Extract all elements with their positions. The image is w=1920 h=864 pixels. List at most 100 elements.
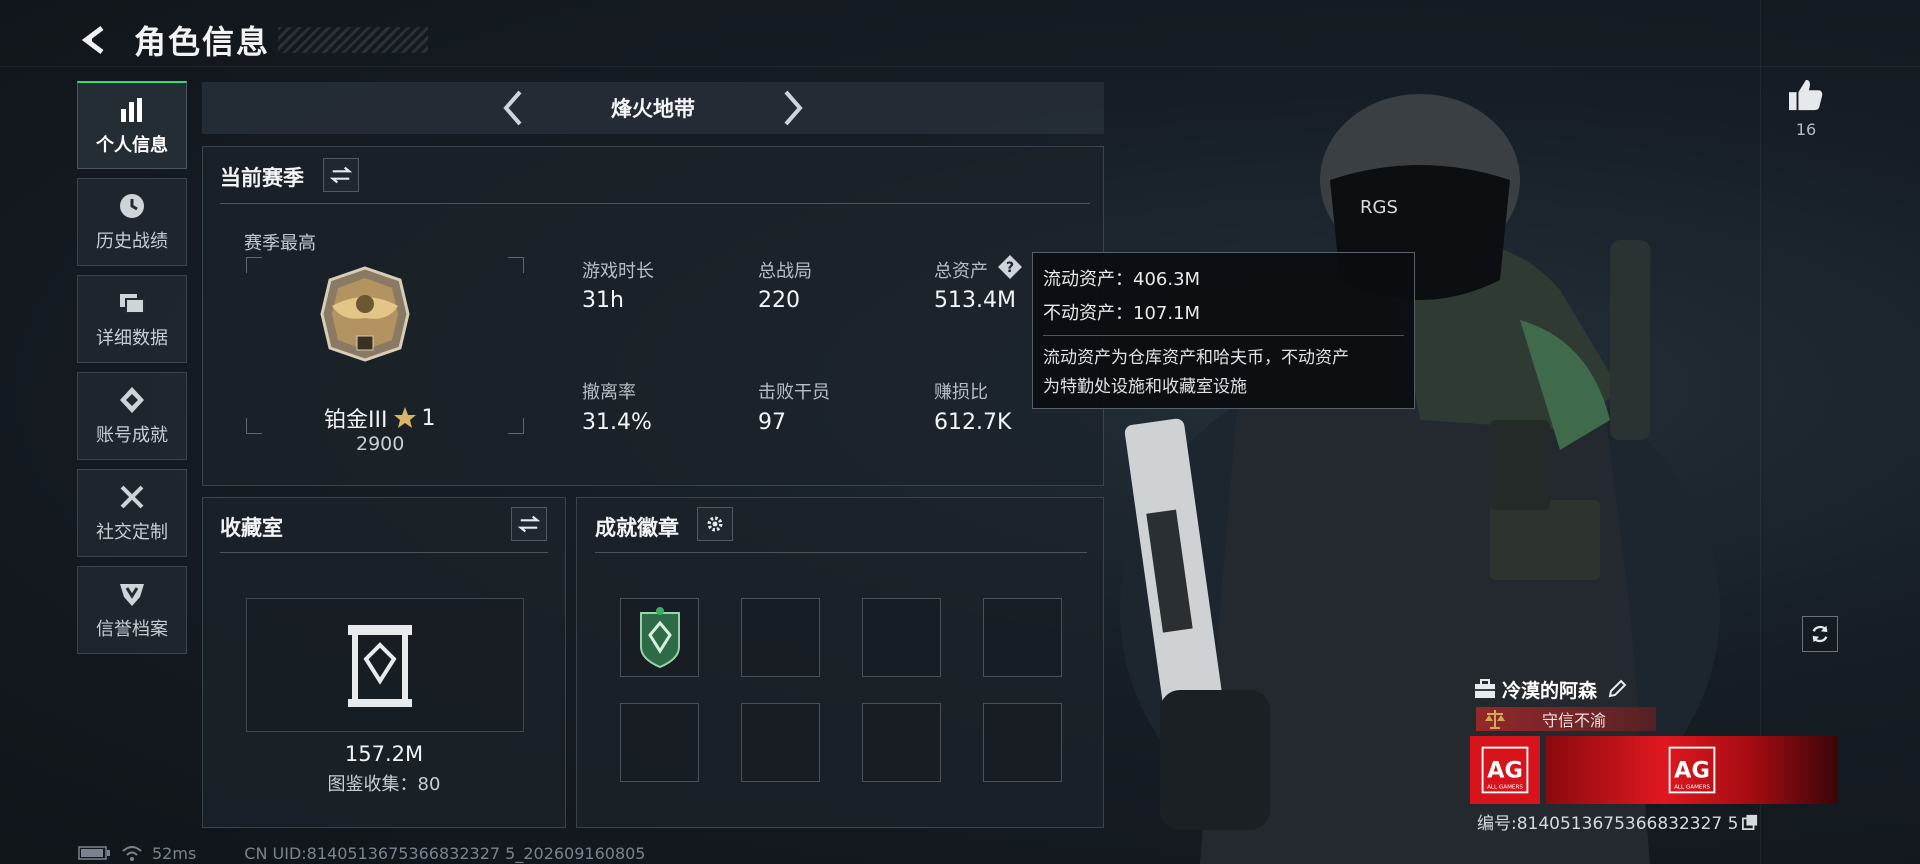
season-switch-button[interactable] (323, 158, 359, 192)
divider (220, 203, 1090, 204)
stat-value-kills: 97 (758, 410, 786, 435)
stat-value-matches: 220 (758, 288, 800, 313)
collection-value: 157.2M (344, 742, 424, 766)
divider (595, 552, 1087, 553)
copy-icon[interactable] (1742, 814, 1758, 830)
badge-slot[interactable] (620, 703, 699, 782)
badge-slot[interactable] (983, 703, 1062, 782)
ping: 52ms (152, 843, 197, 863)
stat-label-matches: 总战局 (758, 261, 812, 282)
clock-icon (120, 194, 144, 218)
battery-icon (78, 846, 110, 860)
sidebar-item-label: 历史战绩 (96, 231, 168, 252)
player-name-row: 冷漠的阿森 (1474, 674, 1627, 704)
svg-text:?: ? (1006, 260, 1014, 276)
prev-mode-button[interactable] (493, 84, 533, 132)
badge-slot[interactable] (862, 703, 941, 782)
rank-line: 铂金III 1 (324, 402, 435, 434)
sidebar-item-label: 账号成就 (96, 425, 168, 446)
rank-name: 铂金III (324, 408, 388, 433)
player-name: 冷漠的阿森 (1502, 679, 1598, 702)
like-button[interactable]: 16 (1786, 78, 1826, 139)
bar-chart-icon (121, 97, 142, 122)
sidebar-item-label: 社交定制 (96, 522, 168, 543)
tools-icon (120, 485, 144, 509)
sidebar: 个人信息 历史战绩 详细数据 账号成就 社交定制 信誉档案 (77, 81, 187, 663)
team-banner-art: AG ALL GAMERS (1546, 736, 1838, 804)
stat-label-extract-rate: 撤离率 (582, 382, 636, 403)
swap-icon (518, 515, 540, 533)
rank-stars: 1 (421, 405, 436, 431)
refresh-button[interactable] (1802, 616, 1838, 652)
back-arrow-icon[interactable] (78, 23, 112, 57)
stat-value-extract-rate: 31.4% (582, 410, 652, 435)
next-mode-button[interactable] (773, 84, 813, 132)
frame-corner (508, 257, 524, 273)
shield-icon (120, 584, 144, 606)
badge-slot[interactable] (862, 598, 941, 677)
wifi-icon (122, 846, 142, 861)
divider (220, 552, 548, 553)
team-logo: AG ALL GAMERS (1470, 736, 1540, 804)
bg-rule (1760, 0, 1761, 864)
rank-score: 2900 (356, 433, 405, 455)
collection-switch-button[interactable] (511, 507, 547, 541)
assets-tooltip: 流动资产：406.3M 不动资产：107.1M 流动资产为仓库资产和哈夫币，不动… (1032, 252, 1415, 409)
team-sub-text: ALL GAMERS (1674, 785, 1710, 791)
badges-title: 成就徽章 (595, 516, 679, 540)
tooltip-description-1: 流动资产为仓库资产和哈夫币，不动资产 (1043, 348, 1349, 368)
team-banner[interactable]: AG ALL GAMERS AG ALL GAMERS (1470, 736, 1838, 804)
badge-icon (640, 607, 680, 669)
team-sub-text: ALL GAMERS (1487, 785, 1523, 791)
player-id: 编号:8140513675366832327 5 (1477, 814, 1739, 834)
mode-switcher: 烽火地带 (202, 82, 1104, 134)
vault-icon (348, 625, 412, 707)
stat-label-assets: 总资产 (934, 261, 988, 282)
player-id-row: 编号:8140513675366832327 5 (1477, 809, 1758, 834)
collection-count: 图鉴收集：80 (327, 774, 441, 795)
stat-value-assets: 513.4M (934, 288, 1016, 313)
stat-value-profit-ratio: 612.7K (934, 410, 1012, 435)
helmet-stamp: RGS (1360, 197, 1398, 218)
stat-label-profit-ratio: 赚损比 (934, 382, 988, 403)
sidebar-item-detailed-data[interactable]: 详细数据 (77, 275, 187, 363)
scales-icon (1485, 710, 1505, 729)
badge-slot[interactable] (620, 598, 699, 677)
badges-settings-button[interactable] (697, 507, 733, 541)
badge-slot[interactable] (983, 598, 1062, 677)
sidebar-item-achievements[interactable]: 账号成就 (77, 372, 187, 460)
sidebar-item-label: 个人信息 (96, 134, 168, 156)
page-title: 角色信息 (134, 23, 271, 61)
uid: CN UID:8140513675366832327 5_20260916080… (244, 843, 646, 863)
sidebar-item-history[interactable]: 历史战绩 (77, 178, 187, 266)
tooltip-description-2: 为特勤处设施和收藏室设施 (1043, 377, 1247, 397)
title-decoration (278, 27, 429, 53)
season-title: 当前赛季 (220, 166, 304, 190)
frame-corner (246, 257, 262, 273)
status-footer: 52ms CN UID:8140513675366832327 5_202609… (78, 842, 645, 864)
chevron-right-icon (784, 90, 803, 126)
badge-slot[interactable] (741, 598, 820, 677)
badge-slot[interactable] (741, 703, 820, 782)
bg-rule (0, 66, 1920, 67)
like-count: 16 (1795, 120, 1817, 139)
team-logo-text: AG (1674, 757, 1710, 783)
tooltip-fixed-assets: 不动资产：107.1M (1043, 303, 1201, 324)
team-logo-text: AG (1487, 757, 1523, 783)
sidebar-item-credit-record[interactable]: 信誉档案 (77, 566, 187, 654)
collection-preview[interactable] (246, 598, 524, 732)
edit-icon[interactable] (1607, 679, 1627, 699)
frame-corner (508, 418, 524, 434)
sidebar-item-personal-info[interactable]: 个人信息 (77, 81, 187, 169)
refresh-icon (1812, 625, 1828, 643)
star-icon (394, 407, 417, 428)
collection-title: 收藏室 (220, 516, 283, 540)
season-best-label: 赛季最高 (244, 233, 316, 254)
team-logo-icon: AG ALL GAMERS (1481, 746, 1529, 794)
sidebar-item-social-custom[interactable]: 社交定制 (77, 469, 187, 557)
mode-title: 烽火地带 (611, 97, 695, 121)
page-header: 角色信息 (78, 18, 429, 62)
cards-icon (120, 294, 145, 314)
question-icon[interactable]: ? (997, 254, 1023, 280)
achievement-icon (120, 387, 144, 413)
